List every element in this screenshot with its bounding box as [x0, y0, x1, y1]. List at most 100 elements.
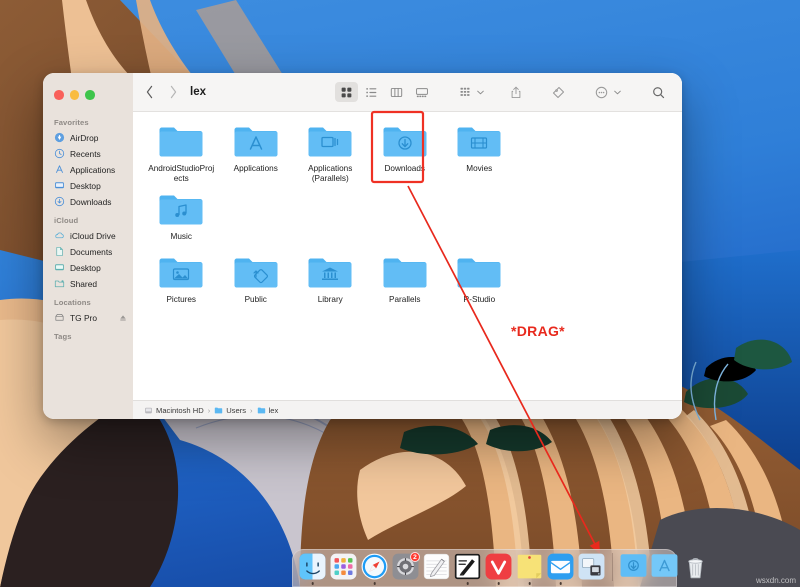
file-item-applications-parallels[interactable]: Applications (Parallels) [293, 123, 368, 183]
sidebar-item-icloud-drive[interactable]: iCloud Drive [43, 228, 133, 244]
folder-icon [214, 406, 223, 415]
folder-icon [382, 254, 428, 291]
notification-badge: 2 [410, 552, 420, 562]
file-label: Downloads [384, 164, 425, 174]
dock-item-finder[interactable] [299, 553, 326, 580]
watermark: wsxdn.com [756, 576, 796, 585]
search-button[interactable] [647, 82, 670, 102]
search-icon [652, 86, 665, 99]
dock-item-printer[interactable] [578, 553, 605, 580]
file-label: Parallels [389, 295, 420, 305]
file-item-movies[interactable]: Movies [442, 123, 517, 183]
file-item-downloads[interactable]: Downloads [368, 123, 443, 183]
folder-music-icon [158, 191, 204, 228]
sidebar-item-label: Recents [70, 149, 101, 159]
finder-window[interactable]: Favorites AirDrop Recents Applications [43, 73, 682, 419]
dock-item-trash[interactable] [682, 553, 709, 580]
file-item-androidstudioprojects[interactable]: AndroidStudioProjects [144, 123, 219, 183]
vivaldi-icon [485, 553, 512, 580]
column-view-button[interactable] [385, 82, 408, 102]
sidebar-item-label: Documents [70, 247, 112, 257]
share-button[interactable] [504, 82, 527, 102]
sidebar-item-label: Applications [70, 165, 115, 175]
tag-button[interactable] [547, 82, 570, 102]
folder-pictures-icon [158, 254, 204, 291]
forward-button[interactable] [169, 85, 178, 99]
running-indicator [311, 582, 314, 585]
view-switcher[interactable] [335, 82, 433, 102]
dock-item-safari[interactable] [361, 553, 388, 580]
sidebar-item-applications[interactable]: Applications [43, 162, 133, 178]
minimize-button[interactable] [70, 90, 80, 100]
folder-public-icon [233, 254, 279, 291]
list-view-button[interactable] [360, 82, 383, 102]
file-item-library[interactable]: Library [293, 254, 368, 305]
dock-item-notes[interactable] [423, 553, 450, 580]
sidebar-item-desktop[interactable]: Desktop [43, 178, 133, 194]
group-by-button[interactable] [453, 82, 476, 102]
gallery-view-button[interactable] [410, 82, 433, 102]
more-actions-button[interactable] [590, 82, 613, 102]
desktop-icon [54, 262, 65, 273]
dock-item-launchpad[interactable] [330, 553, 357, 580]
sidebar-item-label: Downloads [70, 197, 111, 207]
back-button[interactable] [145, 85, 154, 99]
sidebar-item-documents[interactable]: Documents [43, 244, 133, 260]
running-indicator [528, 582, 531, 585]
file-label: AndroidStudioProjects [147, 164, 215, 183]
path-item-lex[interactable]: lex [257, 406, 279, 415]
dock-applications-folder[interactable] [651, 553, 678, 580]
tag-icon [552, 86, 565, 99]
folder-plain-icon [382, 254, 428, 291]
file-browser-content: AndroidStudioProjects Applications [133, 112, 682, 400]
sidebar-item-downloads[interactable]: Downloads [43, 194, 133, 210]
chevron-down-icon[interactable] [614, 90, 621, 95]
path-item-macintosh-hd[interactable]: Macintosh HD [144, 406, 204, 415]
file-item-public[interactable]: Public [219, 254, 294, 305]
folder-icon [307, 123, 353, 160]
sidebar-item-recents[interactable]: Recents [43, 146, 133, 162]
path-item-users[interactable]: Users [214, 406, 246, 415]
folder-icon [307, 254, 353, 291]
dock-item-system-preferences[interactable]: 2 [392, 553, 419, 580]
dock-item-mail[interactable] [547, 553, 574, 580]
file-label: Music [171, 232, 192, 242]
icon-view-button[interactable] [335, 82, 358, 102]
launchpad-icon [330, 553, 357, 580]
applications-icon [54, 164, 65, 175]
sidebar-item-tg-pro[interactable]: TG Pro [43, 310, 133, 326]
dock-downloads-folder[interactable] [620, 553, 647, 580]
list-icon [365, 86, 378, 99]
sidebar-item-label: iCloud Drive [70, 231, 116, 241]
file-item-applications[interactable]: Applications [219, 123, 294, 183]
file-item-parallels[interactable]: Parallels [368, 254, 443, 305]
folder-download-icon [382, 123, 428, 160]
eject-icon[interactable] [119, 314, 127, 322]
desktop-icon [54, 180, 65, 191]
file-item-music[interactable]: Music [144, 191, 219, 242]
icon-grid-row-1: AndroidStudioProjects Applications [133, 123, 682, 242]
dock-item-stickies[interactable] [516, 553, 543, 580]
dock-item-vivaldi[interactable] [485, 553, 512, 580]
path-bar: Macintosh HD › Users › lex [133, 400, 682, 419]
window-controls[interactable] [43, 81, 133, 112]
file-label: R-Studio [463, 295, 495, 305]
dock-item-textedit[interactable] [454, 553, 481, 580]
close-button[interactable] [54, 90, 64, 100]
file-item-pictures[interactable]: Pictures [144, 254, 219, 305]
nav-buttons[interactable] [145, 85, 178, 99]
running-indicator [466, 582, 469, 585]
path-label: Macintosh HD [156, 406, 204, 415]
sidebar-item-shared[interactable]: Shared [43, 276, 133, 292]
sidebar-group-favorites: Favorites [43, 112, 133, 130]
chevron-down-icon[interactable] [477, 90, 484, 95]
zoom-button[interactable] [85, 90, 95, 100]
sidebar-group-tags: Tags [43, 326, 133, 344]
sidebar-group-locations: Locations [43, 292, 133, 310]
file-label: Applications (Parallels) [296, 164, 364, 183]
file-item-r-studio[interactable]: R-Studio [442, 254, 517, 305]
folder-icon [233, 254, 279, 291]
textedit-icon [454, 553, 481, 580]
sidebar-item-icloud-desktop[interactable]: Desktop [43, 260, 133, 276]
sidebar-item-airdrop[interactable]: AirDrop [43, 130, 133, 146]
